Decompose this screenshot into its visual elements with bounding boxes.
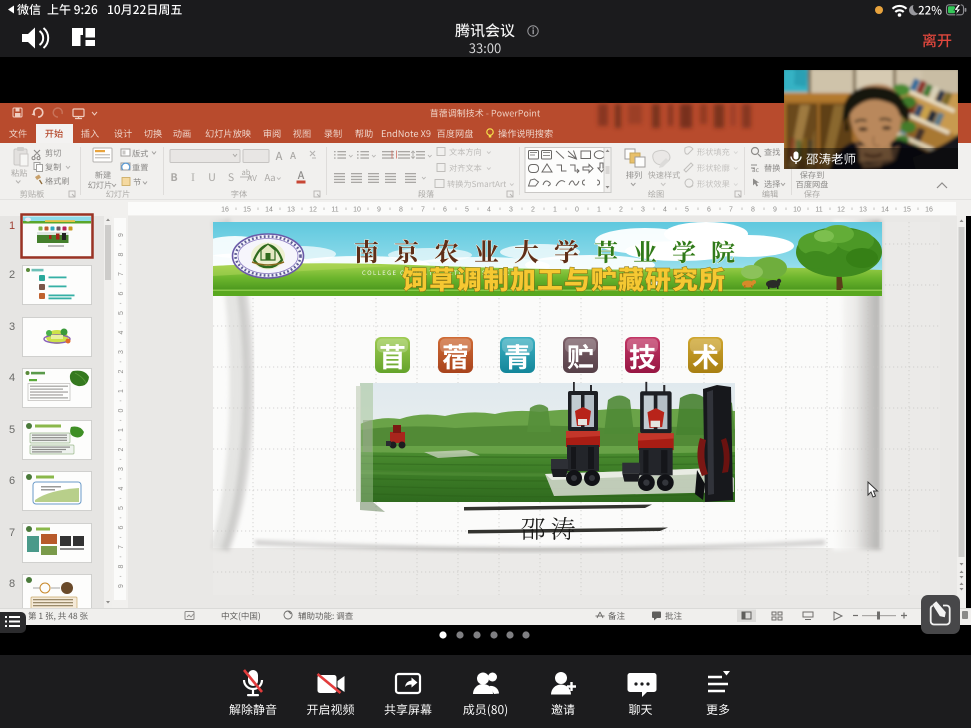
svg-text:3: 3 xyxy=(9,321,15,333)
svg-text:13: 13 xyxy=(287,207,295,214)
svg-text:16: 16 xyxy=(221,207,229,214)
svg-text:14: 14 xyxy=(881,207,889,214)
svg-text:8: 8 xyxy=(9,578,15,590)
svg-text:9: 9 xyxy=(118,233,125,237)
svg-text:0: 0 xyxy=(118,408,125,412)
svg-text:2: 2 xyxy=(118,369,125,373)
svg-text:14: 14 xyxy=(265,207,273,214)
svg-text:7: 7 xyxy=(729,207,733,214)
svg-text:1: 1 xyxy=(597,207,601,214)
svg-text:7: 7 xyxy=(421,207,425,214)
svg-text:4: 4 xyxy=(9,372,15,384)
svg-text:9: 9 xyxy=(118,584,125,588)
svg-text:15: 15 xyxy=(903,207,911,214)
svg-text:1: 1 xyxy=(118,389,125,393)
svg-text:6: 6 xyxy=(118,291,125,295)
svg-text:8: 8 xyxy=(751,207,755,214)
svg-text:3: 3 xyxy=(641,207,645,214)
svg-text:5: 5 xyxy=(9,424,15,436)
svg-text:4: 4 xyxy=(487,207,491,214)
svg-text:15: 15 xyxy=(243,207,251,214)
svg-text:11: 11 xyxy=(815,207,822,214)
svg-text:4: 4 xyxy=(118,330,125,334)
svg-text:8: 8 xyxy=(399,207,403,214)
svg-text:4: 4 xyxy=(663,207,667,214)
svg-text:5: 5 xyxy=(465,207,469,214)
svg-text:3: 3 xyxy=(118,467,125,471)
svg-text:2: 2 xyxy=(531,207,535,214)
svg-text:16: 16 xyxy=(925,207,933,214)
svg-text:8: 8 xyxy=(118,564,125,568)
svg-text:1: 1 xyxy=(553,207,557,214)
svg-text:1: 1 xyxy=(118,428,125,432)
svg-text:10: 10 xyxy=(353,207,361,214)
svg-text:7: 7 xyxy=(118,272,125,276)
svg-text:8: 8 xyxy=(118,252,125,256)
svg-text:1: 1 xyxy=(9,220,15,232)
svg-text:2: 2 xyxy=(118,447,125,451)
svg-text:10: 10 xyxy=(793,207,801,214)
svg-text:6: 6 xyxy=(443,207,447,214)
svg-text:3: 3 xyxy=(509,207,513,214)
svg-text:6: 6 xyxy=(118,525,125,529)
svg-text:7: 7 xyxy=(118,545,125,549)
svg-text:2: 2 xyxy=(9,269,15,281)
svg-text:3: 3 xyxy=(118,350,125,354)
svg-text:13: 13 xyxy=(859,207,867,214)
svg-text:11: 11 xyxy=(331,207,338,214)
svg-text:12: 12 xyxy=(309,207,317,214)
svg-text:4: 4 xyxy=(118,486,125,490)
svg-text:5: 5 xyxy=(118,506,125,510)
svg-text:0: 0 xyxy=(575,207,579,214)
svg-text:6: 6 xyxy=(9,475,15,487)
svg-text:6: 6 xyxy=(707,207,711,214)
svg-text:5: 5 xyxy=(685,207,689,214)
svg-text:2: 2 xyxy=(619,207,623,214)
svg-text:9: 9 xyxy=(773,207,777,214)
svg-text:7: 7 xyxy=(9,527,15,539)
svg-text:12: 12 xyxy=(837,207,845,214)
svg-text:9: 9 xyxy=(377,207,381,214)
svg-text:5: 5 xyxy=(118,311,125,315)
